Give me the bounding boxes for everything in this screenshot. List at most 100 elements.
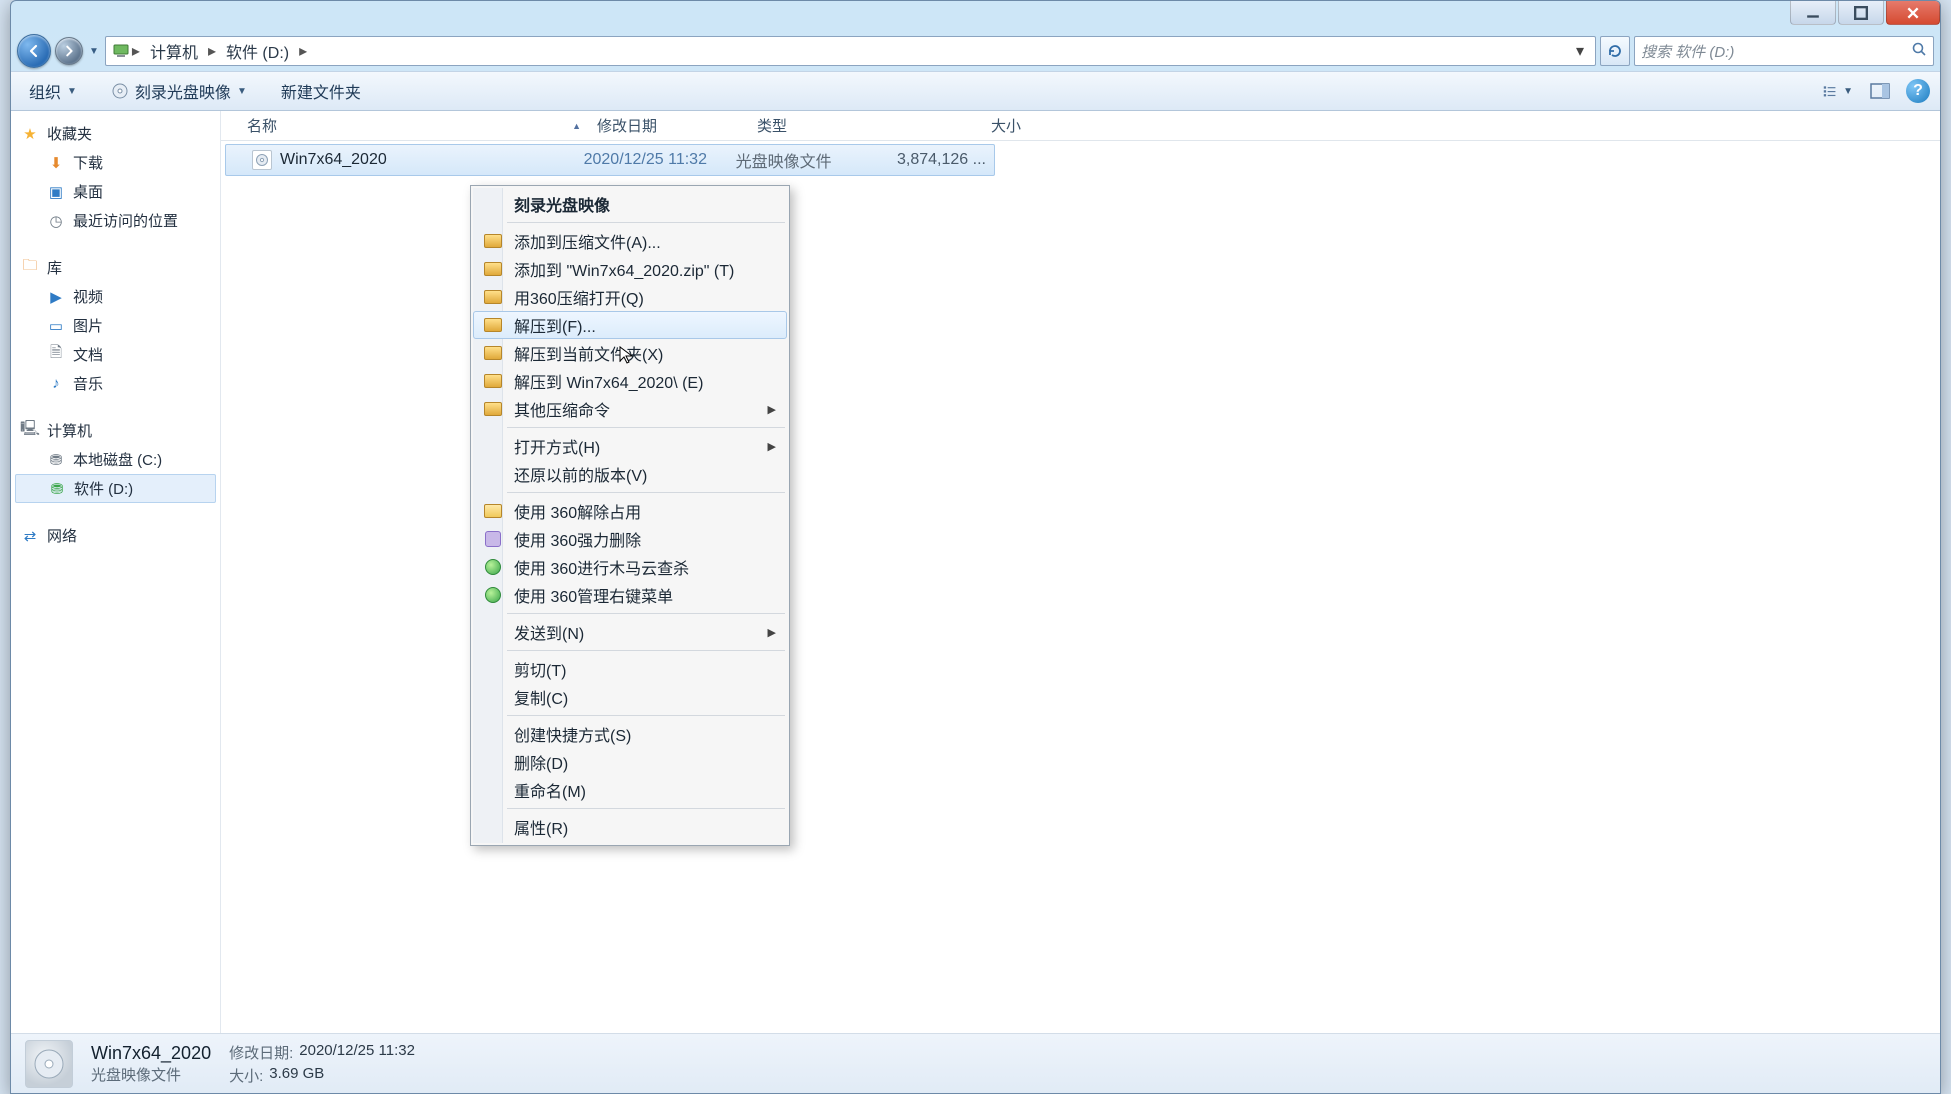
sidebar-item-video[interactable]: ▶ 视频 (15, 282, 216, 311)
music-icon: ♪ (47, 375, 65, 393)
search-input[interactable]: 搜索 软件 (D:) (1634, 36, 1934, 66)
details-pane: Win7x64_2020 光盘映像文件 修改日期: 2020/12/25 11:… (11, 1033, 1940, 1093)
context-menu-item[interactable]: 使用 360强力删除 (473, 525, 787, 553)
details-date-label: 修改日期: (229, 1042, 293, 1063)
breadcrumb-seg-1[interactable]: 软件 (D:) (218, 37, 297, 65)
refresh-button[interactable] (1600, 36, 1630, 66)
pictures-icon: ▭ (47, 317, 65, 335)
sidebar-group-network[interactable]: ⇄ 网络 (15, 521, 216, 550)
context-menu-item[interactable]: 剪切(T) (473, 655, 787, 683)
context-menu-item-label: 其他压缩命令 (514, 397, 758, 421)
context-menu-item-label: 使用 360强力删除 (514, 527, 776, 551)
minimize-button[interactable] (1790, 1, 1836, 25)
context-menu-item[interactable]: 创建快捷方式(S) (473, 720, 787, 748)
history-dropdown-icon[interactable]: ▼ (87, 46, 101, 57)
context-menu-item[interactable]: 解压到(F)... (473, 311, 787, 339)
document-icon: 🗎 (47, 346, 65, 364)
column-date[interactable]: 修改日期 (589, 115, 749, 136)
context-menu-item[interactable]: 解压到 Win7x64_2020\ (E) (473, 367, 787, 395)
context-menu-item[interactable]: 打开方式(H)▶ (473, 432, 787, 460)
context-menu-item-label: 添加到压缩文件(A)... (514, 229, 776, 253)
preview-pane-button[interactable] (1864, 78, 1896, 104)
sidebar-item-drive-c[interactable]: ⛃ 本地磁盘 (C:) (15, 445, 216, 474)
details-thumb-icon (25, 1040, 73, 1088)
context-menu-item-label: 用360压缩打开(Q) (514, 285, 776, 309)
context-menu-item[interactable]: 复制(C) (473, 683, 787, 711)
breadcrumb-seg-0[interactable]: 计算机 (142, 37, 206, 65)
sidebar: ★ 收藏夹 ⬇ 下载 ▣ 桌面 ◷ 最近访问的位置 🗀 (11, 111, 221, 1033)
sidebar-item-desktop[interactable]: ▣ 桌面 (15, 177, 216, 206)
view-button[interactable]: ▼ (1822, 78, 1854, 104)
star-icon: ★ (21, 125, 39, 143)
sidebar-item-recent[interactable]: ◷ 最近访问的位置 (15, 206, 216, 235)
library-icon: 🗀 (21, 259, 39, 277)
context-menu-item-label: 解压到当前文件夹(X) (514, 341, 776, 365)
context-menu-item-label: 还原以前的版本(V) (514, 462, 776, 486)
chevron-right-icon: ▸ (297, 41, 309, 61)
back-button[interactable] (17, 34, 51, 68)
drive-icon: ⛃ (47, 451, 65, 469)
context-menu-item[interactable]: 还原以前的版本(V) (473, 460, 787, 488)
file-row[interactable]: Win7x64_2020 2020/12/25 11:32 光盘映像文件 3,8… (225, 144, 995, 176)
context-menu-item[interactable]: 添加到压缩文件(A)... (473, 227, 787, 255)
details-size: 3.69 GB (269, 1065, 324, 1086)
context-menu-item[interactable]: 属性(R) (473, 813, 787, 841)
context-menu-item-icon (482, 557, 504, 577)
context-menu-item-label: 创建快捷方式(S) (514, 722, 776, 746)
context-menu-item[interactable]: 使用 360进行木马云查杀 (473, 553, 787, 581)
context-menu-item-icon (482, 687, 504, 707)
forward-button[interactable] (55, 37, 83, 65)
sidebar-item-music[interactable]: ♪ 音乐 (15, 369, 216, 398)
body: ★ 收藏夹 ⬇ 下载 ▣ 桌面 ◷ 最近访问的位置 🗀 (11, 111, 1940, 1033)
sidebar-item-pictures[interactable]: ▭ 图片 (15, 311, 216, 340)
context-menu-item[interactable]: 重命名(M) (473, 776, 787, 804)
context-menu-separator (507, 427, 785, 428)
context-menu-separator (507, 222, 785, 223)
context-menu-item[interactable]: 刻录光盘映像 (473, 190, 787, 218)
close-button[interactable] (1886, 1, 1940, 25)
burn-button[interactable]: 刻录光盘映像 ▼ (103, 76, 255, 106)
context-menu-item[interactable]: 使用 360管理右键菜单 (473, 581, 787, 609)
column-type[interactable]: 类型 (749, 115, 909, 136)
file-size: 3,874,126 ... (880, 151, 994, 169)
context-menu-item-label: 发送到(N) (514, 620, 758, 644)
context-menu-separator (507, 650, 785, 651)
context-menu-item-icon (482, 817, 504, 837)
sidebar-item-drive-d[interactable]: ⛃ 软件 (D:) (15, 474, 216, 503)
sidebar-item-downloads[interactable]: ⬇ 下载 (15, 148, 216, 177)
sidebar-group-favorites[interactable]: ★ 收藏夹 (15, 119, 216, 148)
context-menu-item[interactable]: 删除(D) (473, 748, 787, 776)
sidebar-group-libraries[interactable]: 🗀 库 (15, 253, 216, 282)
file-date: 2020/12/25 11:32 (576, 151, 728, 169)
help-button[interactable]: ? (1906, 79, 1930, 103)
context-menu-item[interactable]: 解压到当前文件夹(X) (473, 339, 787, 367)
context-menu-item-label: 重命名(M) (514, 778, 776, 802)
maximize-button[interactable] (1838, 1, 1884, 25)
file-name: Win7x64_2020 (280, 151, 387, 169)
file-type: 光盘映像文件 (728, 148, 880, 172)
search-placeholder: 搜索 软件 (D:) (1641, 41, 1734, 62)
column-name[interactable]: 名称 ▲ (239, 115, 589, 136)
organize-button[interactable]: 组织 ▼ (21, 76, 85, 106)
context-menu-item[interactable]: 使用 360解除占用 (473, 497, 787, 525)
sidebar-item-documents[interactable]: 🗎 文档 (15, 340, 216, 369)
context-menu-item[interactable]: 发送到(N)▶ (473, 618, 787, 646)
path-dropdown-icon[interactable]: ▾ (1569, 41, 1591, 61)
sidebar-group-computer[interactable]: 🖳 计算机 (15, 416, 216, 445)
context-menu-separator (507, 492, 785, 493)
context-menu-item-icon (482, 529, 504, 549)
context-menu-item-icon (482, 436, 504, 456)
computer-icon (112, 42, 130, 60)
context-menu-item-label: 使用 360解除占用 (514, 499, 776, 523)
column-size[interactable]: 大小 (909, 115, 1029, 136)
context-menu-item[interactable]: 添加到 "Win7x64_2020.zip" (T) (473, 255, 787, 283)
new-folder-button[interactable]: 新建文件夹 (273, 76, 369, 106)
nav-row: ▼ ▸ 计算机 ▸ 软件 (D:) ▸ ▾ 搜索 软件 (D:) (11, 31, 1940, 71)
context-menu-item-label: 解压到(F)... (514, 313, 776, 337)
disc-icon (111, 82, 129, 100)
breadcrumb[interactable]: ▸ 计算机 ▸ 软件 (D:) ▸ ▾ (105, 36, 1596, 66)
context-menu-item[interactable]: 用360压缩打开(Q) (473, 283, 787, 311)
context-menu-item-icon (482, 464, 504, 484)
details-size-label: 大小: (229, 1065, 263, 1086)
context-menu-item[interactable]: 其他压缩命令▶ (473, 395, 787, 423)
